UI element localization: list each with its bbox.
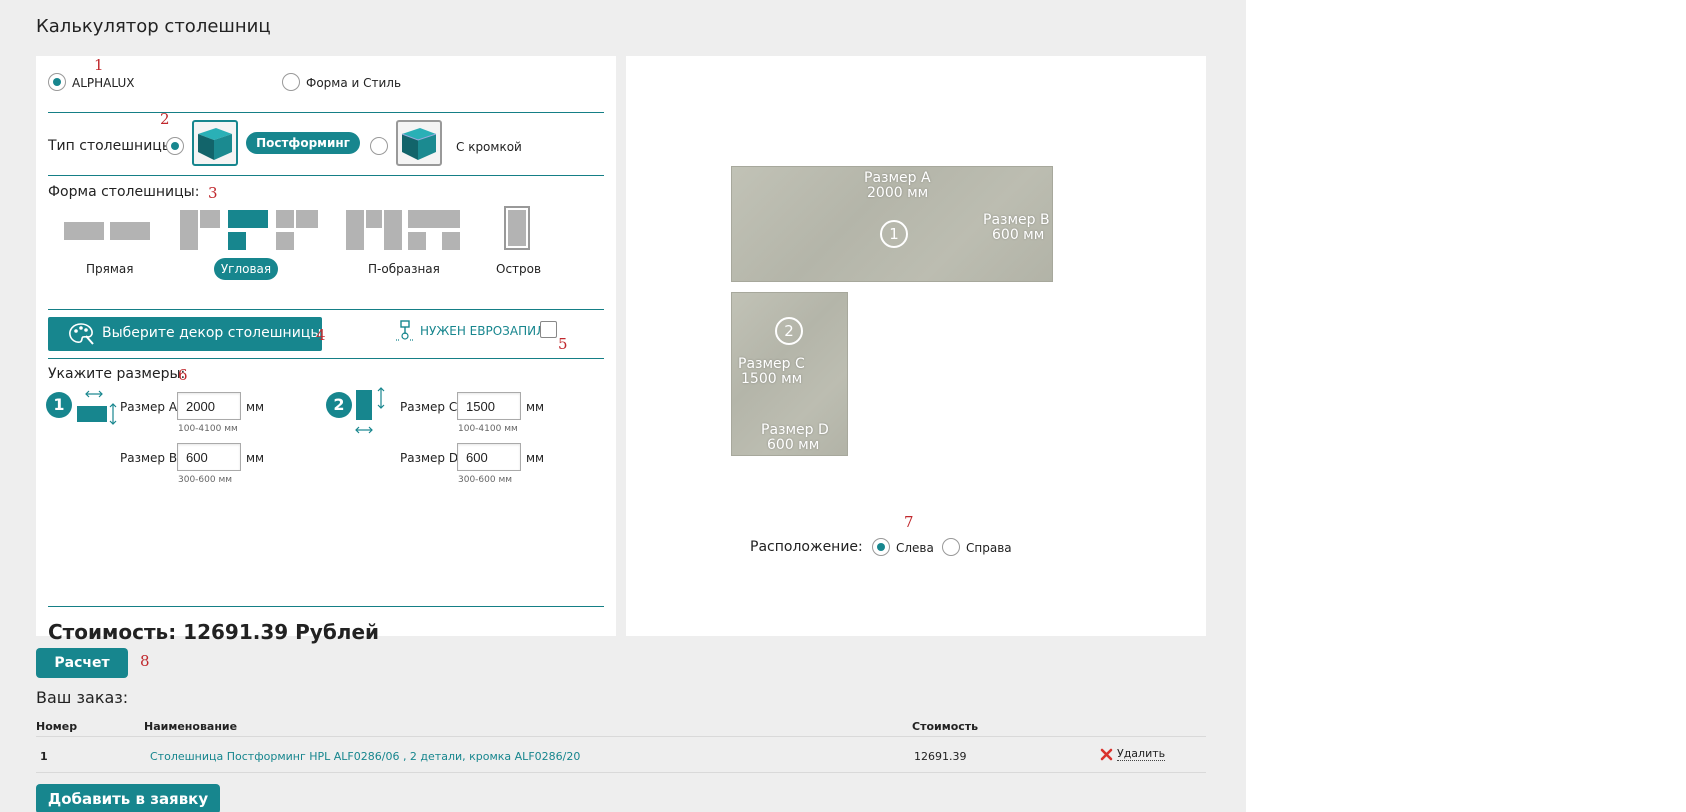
delete-label: Удалить bbox=[1117, 747, 1166, 761]
postforming-icon bbox=[198, 128, 232, 160]
position-label: Расположение: bbox=[750, 539, 863, 555]
page-title: Калькулятор столешниц bbox=[36, 16, 271, 37]
type-edge-label: С кромкой bbox=[456, 140, 522, 154]
select-decor-button[interactable]: Выберите декор столешницы bbox=[48, 317, 322, 351]
eurozapil-label: НУЖЕН ЕВРОЗАПИЛ bbox=[420, 324, 546, 338]
type-postforming-radio[interactable] bbox=[166, 137, 184, 155]
brand-forma-radio[interactable] bbox=[282, 73, 300, 91]
size-a-input[interactable] bbox=[177, 392, 241, 420]
marker-4: 4 bbox=[316, 326, 326, 344]
slab-2-d-value: 600 мм bbox=[767, 437, 820, 453]
divider bbox=[48, 309, 604, 310]
marker-5: 5 bbox=[558, 335, 568, 353]
edge-icon bbox=[401, 128, 437, 160]
calculator-page: Калькулятор столешниц 1 ALPHALUX Форма и… bbox=[0, 0, 1246, 812]
part-2-diagram-icon bbox=[355, 387, 385, 434]
sizes-label: Укажите размеры: bbox=[48, 366, 186, 382]
order-header-number: Номер bbox=[36, 720, 78, 733]
divider bbox=[48, 175, 604, 176]
marker-7: 7 bbox=[904, 513, 914, 531]
preview-panel: Размер A 2000 мм 1 Размер B 600 мм 2 Раз… bbox=[626, 56, 1206, 636]
brand-forma-label: Форма и Стиль bbox=[306, 76, 402, 90]
slab-2-d-label: Размер D bbox=[761, 422, 829, 438]
marker-2: 2 bbox=[160, 110, 170, 128]
slab-2: 2 Размер C 1500 мм Размер D 600 мм bbox=[731, 292, 848, 456]
type-label: Тип столешницы: bbox=[48, 138, 178, 154]
size-d-hint: 300-600 мм bbox=[458, 475, 513, 485]
divider bbox=[48, 358, 604, 359]
size-c-input[interactable] bbox=[457, 392, 521, 420]
size-d-unit: мм bbox=[526, 451, 545, 465]
edge-thumb[interactable] bbox=[396, 120, 442, 166]
position-left-radio[interactable] bbox=[872, 538, 890, 556]
brand-alphalux-label: ALPHALUX bbox=[72, 76, 135, 90]
shape-island-label: Остров bbox=[496, 262, 542, 276]
slab-2-c-label: Размер C bbox=[738, 356, 805, 372]
size-b-hint: 300-600 мм bbox=[178, 475, 233, 485]
order-row-cost: 12691.39 bbox=[914, 750, 967, 763]
close-icon bbox=[1100, 748, 1113, 761]
add-to-request-button[interactable]: Добавить в заявку bbox=[36, 784, 220, 812]
postforming-thumb[interactable] bbox=[192, 120, 238, 166]
calculate-button[interactable]: Расчет bbox=[36, 648, 128, 678]
order-title: Ваш заказ: bbox=[36, 688, 129, 707]
size-d-input[interactable] bbox=[457, 443, 521, 471]
position-left-label: Слева bbox=[896, 541, 934, 555]
position-right-radio[interactable] bbox=[942, 538, 960, 556]
type-edge-radio[interactable] bbox=[370, 137, 388, 155]
brand-alphalux-radio[interactable] bbox=[48, 73, 66, 91]
total-cost: Стоимость: 12691.39 Рублей bbox=[48, 620, 380, 644]
size-b-label: Размер B bbox=[120, 451, 178, 465]
divider bbox=[48, 606, 604, 607]
part-2-badge: 2 bbox=[326, 392, 352, 418]
slab-1-a-label: Размер A bbox=[864, 170, 931, 186]
order-header-cost: Стоимость bbox=[912, 720, 979, 733]
order-header-name: Наименование bbox=[144, 720, 238, 733]
size-a-hint: 100-4100 мм bbox=[178, 424, 238, 434]
type-postforming-pill[interactable]: Постформинг HPL bbox=[246, 132, 360, 172]
shape-label: Форма столешницы: bbox=[48, 184, 200, 200]
slab-1-b-label: Размер B bbox=[983, 212, 1050, 228]
marker-1: 1 bbox=[94, 56, 104, 74]
slab-2-number: 2 bbox=[775, 317, 803, 345]
size-a-unit: мм bbox=[246, 400, 265, 414]
marker-3: 3 bbox=[208, 184, 218, 202]
order-row-number: 1 bbox=[40, 750, 48, 763]
table-divider bbox=[36, 772, 1206, 773]
size-d-label: Размер D bbox=[400, 451, 459, 465]
eurozapil-checkbox[interactable] bbox=[540, 321, 557, 338]
palette-icon bbox=[69, 323, 94, 345]
marker-6: 6 bbox=[178, 366, 188, 384]
size-c-unit: мм bbox=[526, 400, 545, 414]
slab-1-a-value: 2000 мм bbox=[867, 185, 929, 201]
divider bbox=[48, 112, 604, 113]
position-right-label: Справа bbox=[966, 541, 1012, 555]
order-row-name-link[interactable]: Столешница Постформинг HPL ALF0286/06 , … bbox=[150, 750, 580, 763]
slab-1-b-value: 600 мм bbox=[992, 227, 1045, 243]
saw-icon bbox=[396, 320, 414, 341]
size-c-label: Размер C bbox=[400, 400, 458, 414]
size-b-input[interactable] bbox=[177, 443, 241, 471]
part-1-badge: 1 bbox=[46, 392, 72, 418]
slab-1-number: 1 bbox=[880, 220, 908, 248]
size-b-unit: мм bbox=[246, 451, 265, 465]
size-c-hint: 100-4100 мм bbox=[458, 424, 518, 434]
select-decor-label: Выберите декор столешницы bbox=[102, 325, 322, 341]
table-divider bbox=[36, 736, 1206, 737]
shape-straight-label: Прямая bbox=[86, 262, 134, 276]
size-a-label: Размер A bbox=[120, 400, 178, 414]
marker-8: 8 bbox=[140, 652, 150, 670]
shape-u-label: П-образная bbox=[368, 262, 440, 276]
config-panel: 1 ALPHALUX Форма и Стиль 2 Тип столешниц… bbox=[36, 56, 616, 636]
slab-1: Размер A 2000 мм 1 Размер B 600 мм bbox=[731, 166, 1053, 282]
shape-corner-pill[interactable]: Угловая bbox=[214, 258, 278, 280]
slab-2-c-value: 1500 мм bbox=[741, 371, 803, 387]
part-1-diagram-icon bbox=[77, 390, 117, 425]
